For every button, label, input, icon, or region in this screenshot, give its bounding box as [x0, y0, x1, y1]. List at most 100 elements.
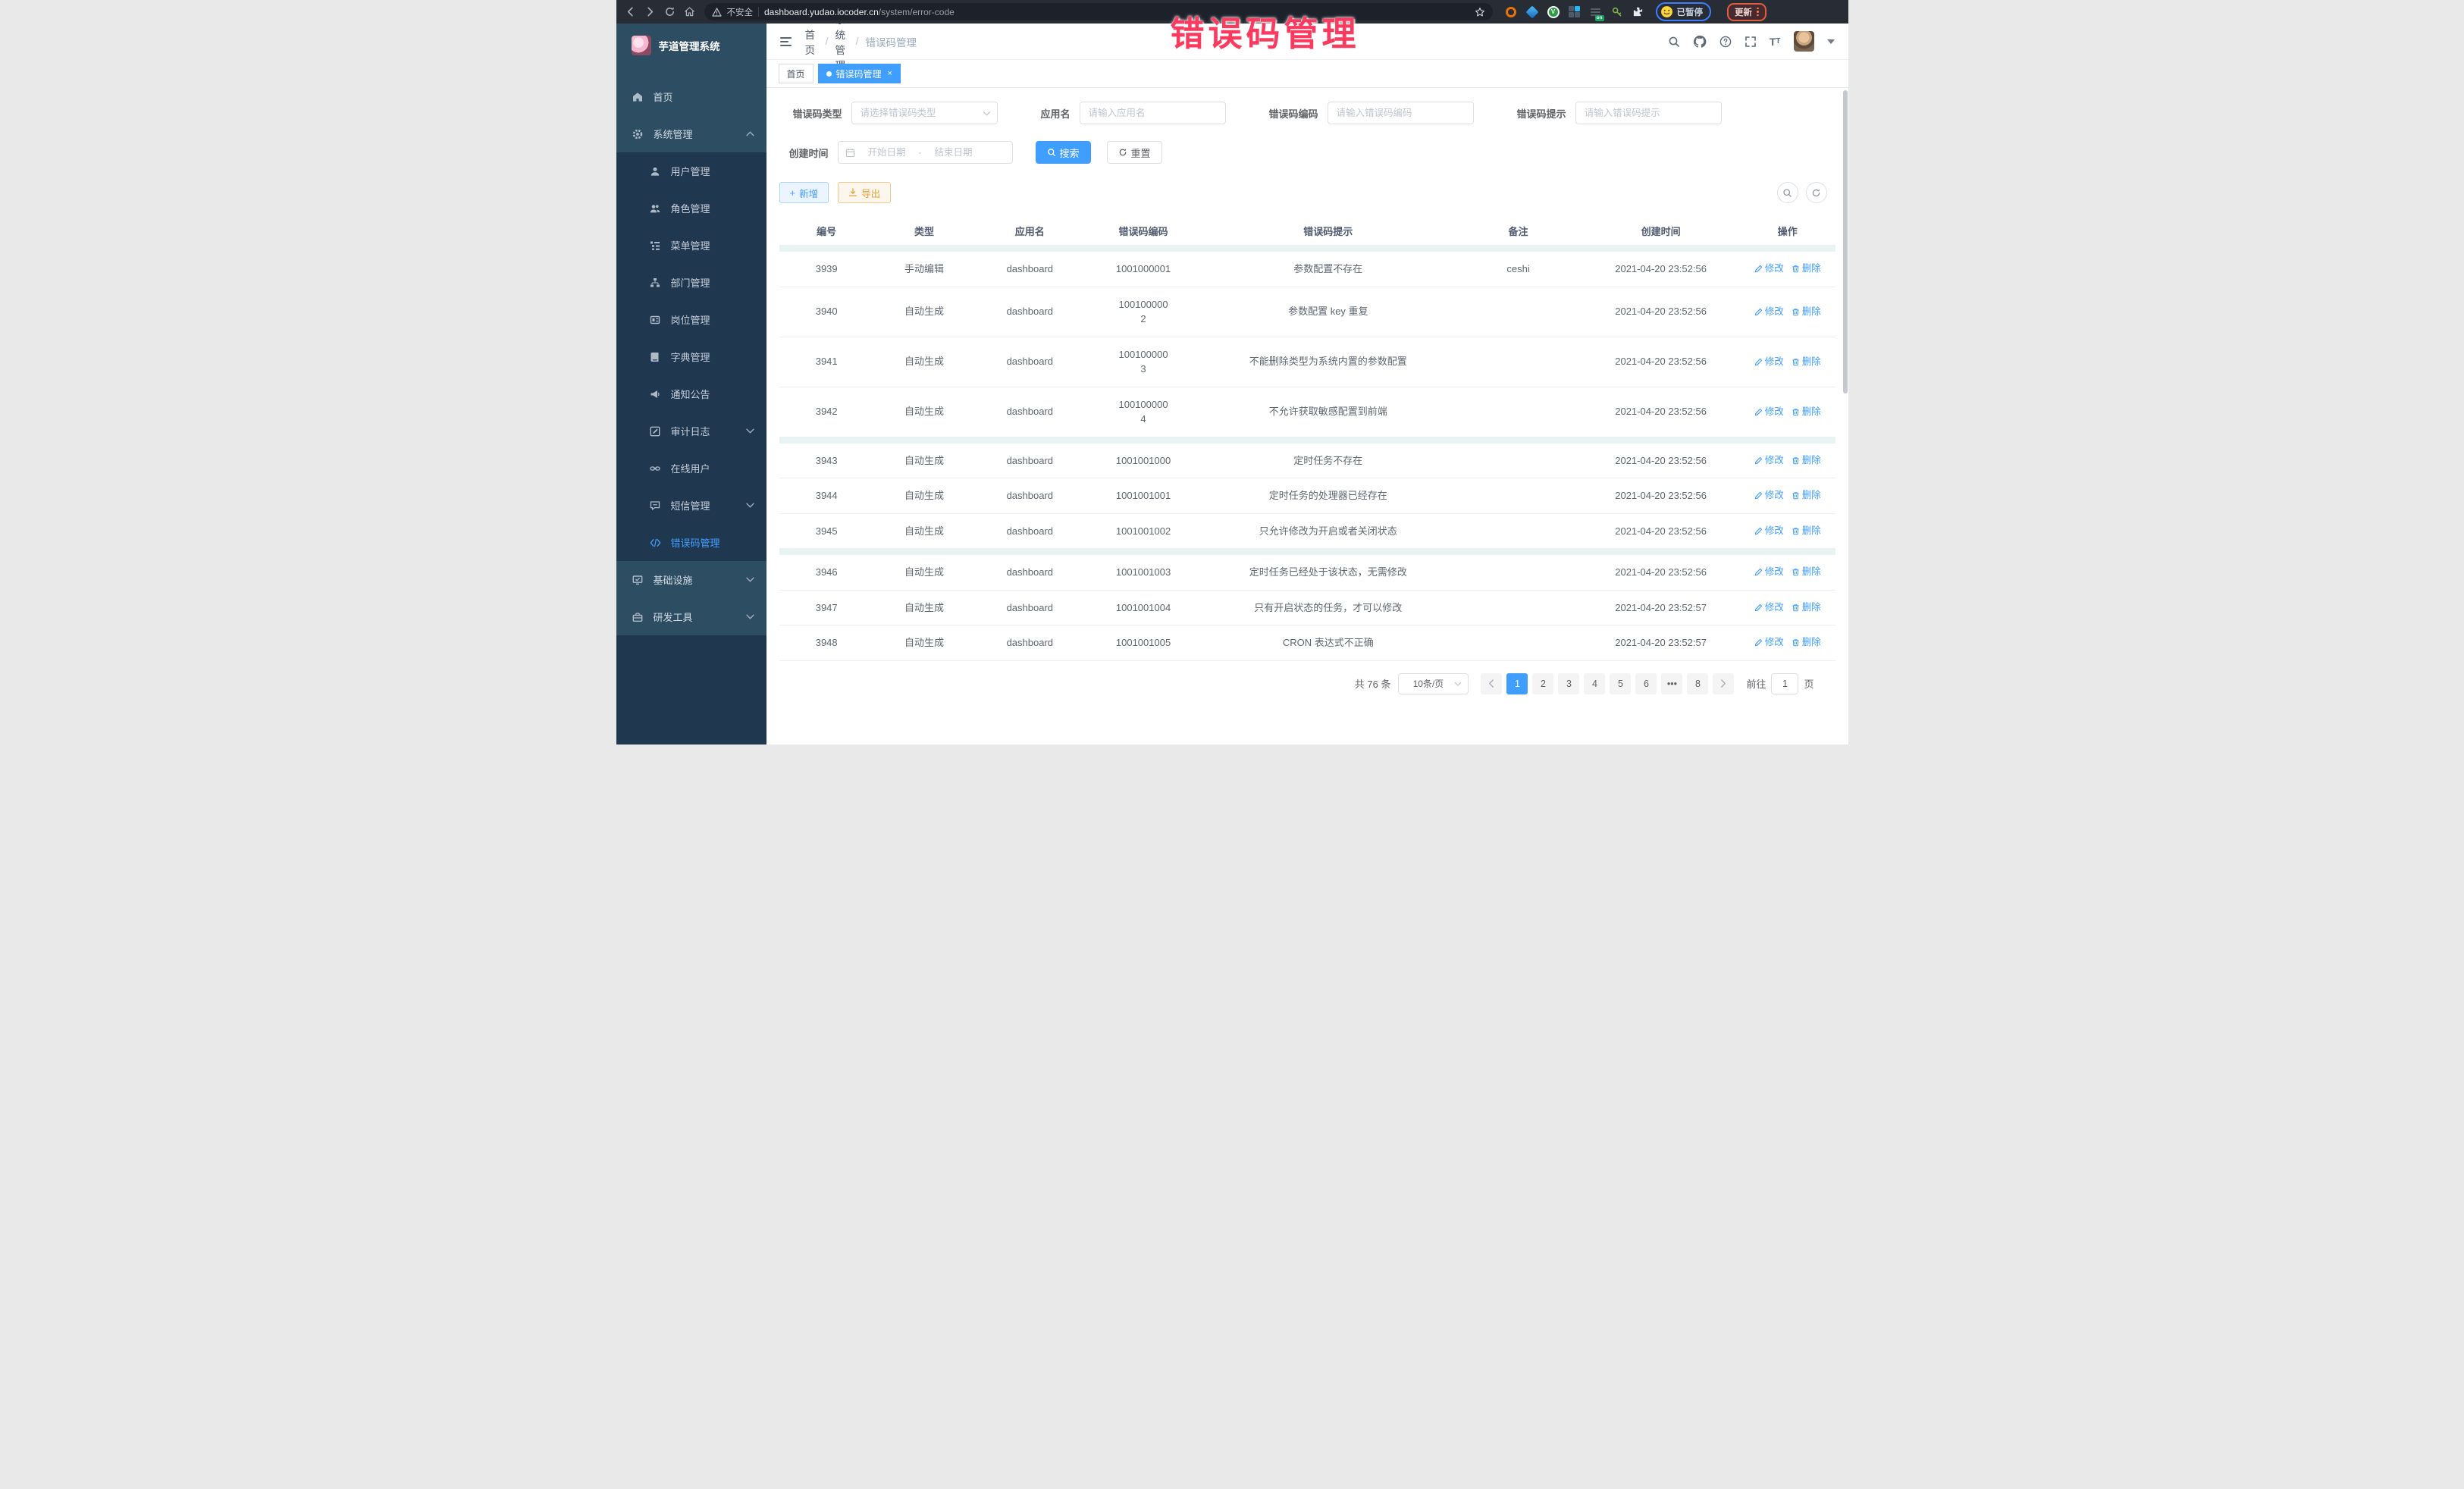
- sidebar-item-infra[interactable]: 基础设施: [616, 561, 766, 598]
- goto-page-input[interactable]: [1771, 673, 1798, 694]
- delete-link[interactable]: 删除: [1792, 565, 1821, 579]
- user-icon: [650, 165, 661, 177]
- add-button[interactable]: + 新增: [779, 182, 829, 203]
- fullscreen-icon[interactable]: [1745, 36, 1757, 48]
- edit-link[interactable]: 修改: [1754, 262, 1784, 276]
- sidebar-item-menus[interactable]: 菜单管理: [616, 227, 766, 264]
- page-number-button[interactable]: 3: [1558, 673, 1579, 694]
- extensions-puzzle-icon[interactable]: [1632, 5, 1644, 18]
- reset-button[interactable]: 重置: [1107, 141, 1162, 164]
- edit-link[interactable]: 修改: [1754, 524, 1784, 538]
- profile-paused-pill[interactable]: 已暂停: [1656, 2, 1712, 21]
- next-page-button[interactable]: [1713, 673, 1734, 694]
- link-icon: [650, 462, 661, 474]
- page-number-button[interactable]: 4: [1584, 673, 1605, 694]
- sidebar-item-depts[interactable]: 部门管理: [616, 264, 766, 301]
- extension-grid-icon[interactable]: [1568, 5, 1581, 18]
- page-number: 5: [1618, 679, 1623, 689]
- browser-update-button[interactable]: 更新: [1727, 3, 1766, 21]
- browser-reload-icon[interactable]: [662, 4, 679, 20]
- tab-home[interactable]: 首页: [779, 64, 813, 83]
- browser-home-icon[interactable]: [682, 4, 698, 20]
- delete-link[interactable]: 删除: [1792, 453, 1821, 468]
- edit-link[interactable]: 修改: [1754, 453, 1784, 468]
- tab-close-icon[interactable]: ×: [888, 69, 892, 78]
- github-icon[interactable]: [1693, 35, 1707, 49]
- edit-link[interactable]: 修改: [1754, 405, 1784, 419]
- edit-link[interactable]: 修改: [1754, 488, 1784, 503]
- delete-link[interactable]: 删除: [1792, 355, 1821, 369]
- hide-search-button[interactable]: [1777, 182, 1798, 203]
- page-number-button[interactable]: •••: [1661, 673, 1682, 694]
- sidebar-item-home[interactable]: 首页: [616, 78, 766, 115]
- date-start-input[interactable]: [860, 147, 914, 158]
- edit-link[interactable]: 修改: [1754, 600, 1784, 615]
- address-bar[interactable]: 不安全 dashboard.yudao.iocoder.cn/system/er…: [704, 3, 1493, 20]
- bookmark-star-icon[interactable]: [1475, 7, 1485, 17]
- browser-forward-icon[interactable]: [642, 4, 659, 20]
- browser-menu-dots-icon[interactable]: [1757, 8, 1759, 17]
- error-msg-input[interactable]: [1575, 102, 1722, 124]
- user-avatar[interactable]: [1794, 31, 1814, 52]
- scrollbar-thumb[interactable]: [1843, 90, 1848, 393]
- sidebar-item-notice[interactable]: 通知公告: [616, 375, 766, 412]
- refresh-table-button[interactable]: [1806, 182, 1827, 203]
- page-number-button[interactable]: 8: [1687, 673, 1708, 694]
- sidebar-item-users[interactable]: 用户管理: [616, 152, 766, 190]
- extension-v-icon[interactable]: V: [1547, 6, 1560, 18]
- extension-key-icon[interactable]: [1610, 5, 1623, 18]
- page-number-button[interactable]: 1: [1506, 673, 1528, 694]
- edit-link[interactable]: 修改: [1754, 305, 1784, 319]
- delete-link[interactable]: 删除: [1792, 305, 1821, 319]
- font-size-icon[interactable]: TT: [1770, 36, 1781, 48]
- sidebar-item-dev-tools[interactable]: 研发工具: [616, 598, 766, 635]
- delete-link[interactable]: 删除: [1792, 524, 1821, 538]
- delete-link[interactable]: 删除: [1792, 488, 1821, 503]
- update-label: 更新: [1735, 6, 1752, 18]
- date-range-picker[interactable]: -: [838, 141, 1013, 164]
- sidebar-item-posts[interactable]: 岗位管理: [616, 301, 766, 338]
- error-type-select[interactable]: [851, 102, 998, 124]
- sidebar-item-dict[interactable]: 字典管理: [616, 338, 766, 375]
- sidebar-item-system[interactable]: 系统管理: [616, 115, 766, 152]
- delete-link[interactable]: 删除: [1792, 405, 1821, 419]
- app-name-input[interactable]: [1080, 102, 1226, 124]
- not-secure-label[interactable]: 不安全: [727, 6, 754, 18]
- avatar-caret-down-icon[interactable]: [1827, 39, 1835, 44]
- page-number-button[interactable]: 5: [1610, 673, 1631, 694]
- help-icon[interactable]: [1719, 36, 1732, 48]
- error-code-input[interactable]: [1328, 102, 1474, 124]
- cell-memo: [1455, 486, 1582, 506]
- page-number-button[interactable]: 2: [1532, 673, 1553, 694]
- sidebar-item-sms[interactable]: 短信管理: [616, 487, 766, 524]
- search-button[interactable]: 搜索: [1036, 141, 1091, 164]
- hamburger-icon[interactable]: [780, 37, 792, 46]
- sidebar-item-error-code[interactable]: 错误码管理: [616, 524, 766, 561]
- tab-error-code[interactable]: 错误码管理 ×: [818, 64, 901, 83]
- edit-link[interactable]: 修改: [1754, 635, 1784, 650]
- header-search-icon[interactable]: [1668, 36, 1680, 48]
- sidebar-item-audit-log[interactable]: 审计日志: [616, 412, 766, 450]
- breadcrumb-home[interactable]: 首页: [805, 27, 819, 57]
- extension-ring-icon[interactable]: [1505, 5, 1518, 18]
- date-end-input[interactable]: [926, 147, 981, 158]
- app-logo[interactable]: 芋道管理系统: [616, 24, 766, 67]
- delete-link[interactable]: 删除: [1792, 635, 1821, 650]
- page-number-button[interactable]: 6: [1635, 673, 1657, 694]
- prev-page-button[interactable]: [1481, 673, 1502, 694]
- extension-gem-icon[interactable]: [1526, 5, 1539, 18]
- extension-list-icon[interactable]: on: [1589, 5, 1602, 18]
- sidebar-item-online-users[interactable]: 在线用户: [616, 450, 766, 487]
- page-scrollbar[interactable]: [1842, 24, 1848, 744]
- browser-back-icon[interactable]: [622, 4, 639, 20]
- delete-link[interactable]: 删除: [1792, 262, 1821, 276]
- export-button[interactable]: 导出: [838, 182, 891, 203]
- edit-link[interactable]: 修改: [1754, 565, 1784, 579]
- search-icon: [1047, 148, 1056, 157]
- sidebar-item-roles[interactable]: 角色管理: [616, 190, 766, 227]
- delete-link[interactable]: 删除: [1792, 600, 1821, 615]
- page-size-select[interactable]: 10条/页: [1398, 673, 1469, 694]
- url-text[interactable]: dashboard.yudao.iocoder.cn/system/error-…: [764, 7, 955, 17]
- edit-link[interactable]: 修改: [1754, 355, 1784, 369]
- breadcrumb-separator: /: [826, 36, 829, 47]
